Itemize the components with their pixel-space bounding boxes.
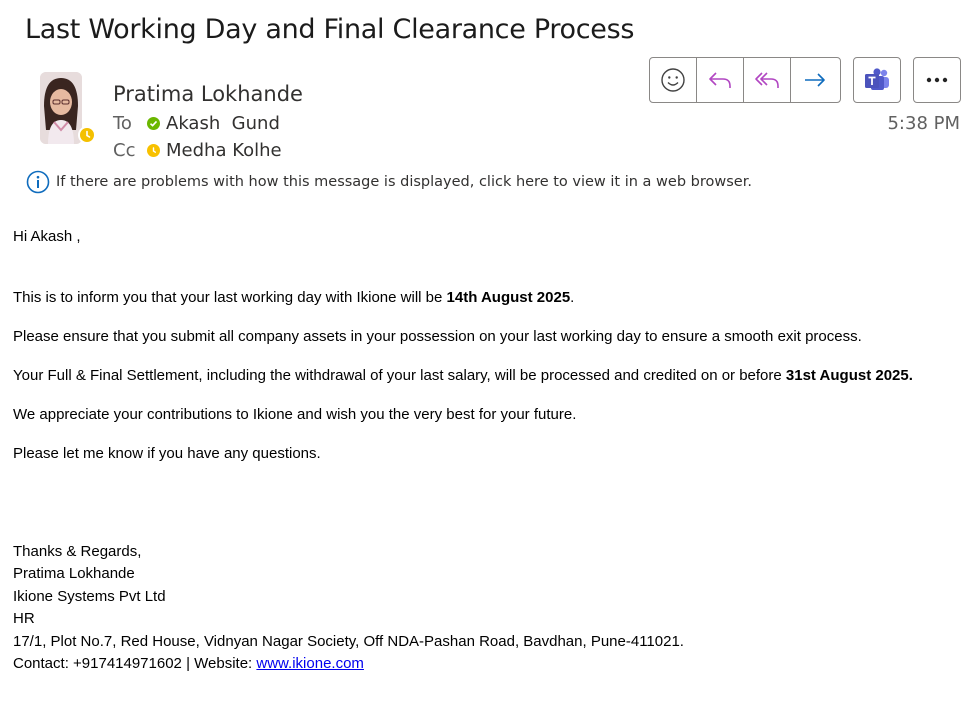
cc-recipient[interactable]: Medha Kolhe xyxy=(166,140,282,161)
to-row: To Akash Gund xyxy=(113,113,280,134)
to-recipient[interactable]: Akash Gund xyxy=(166,113,280,134)
email-subject: Last Working Day and Final Clearance Pro… xyxy=(25,14,635,45)
greeting: Hi Akash , xyxy=(13,228,81,245)
info-bar[interactable]: If there are problems with how this mess… xyxy=(26,170,752,194)
settlement-date: 31st August 2025. xyxy=(785,367,913,384)
smiley-icon xyxy=(661,68,685,92)
received-time: 5:38 PM xyxy=(887,113,960,134)
info-icon xyxy=(26,170,50,194)
body-paragraph-5: Please let me know if you have any quest… xyxy=(13,445,321,462)
body-paragraph-2: Please ensure that you submit all compan… xyxy=(13,328,862,345)
signature: Thanks & Regards, Pratima Lokhande Ikion… xyxy=(13,541,684,675)
sig-dept: HR xyxy=(13,610,35,628)
reply-button[interactable] xyxy=(697,58,744,102)
reply-all-icon xyxy=(755,72,779,88)
reply-icon xyxy=(709,72,731,88)
teams-chat-button[interactable] xyxy=(854,58,900,102)
avatar[interactable] xyxy=(40,72,82,144)
email-body: Hi Akash , This is to inform you that yo… xyxy=(13,226,961,465)
forward-icon xyxy=(804,73,825,87)
to-label: To xyxy=(113,113,132,134)
forward-button[interactable] xyxy=(791,58,838,102)
reaction-reply-toolbar xyxy=(649,57,841,103)
more-actions-button[interactable] xyxy=(914,58,960,102)
sig-company: Ikione Systems Pvt Ltd xyxy=(13,587,166,605)
sig-contact: Contact: +917414971602 | Website: www.ik… xyxy=(13,655,364,673)
body-paragraph-3: Your Full & Final Settlement, including … xyxy=(13,367,913,384)
body-paragraph-4: We appreciate your contributions to Ikio… xyxy=(13,406,577,423)
sig-address: 17/1, Plot No.7, Red House, Vidnyan Naga… xyxy=(13,632,684,650)
body-paragraph-1: This is to inform you that your last wor… xyxy=(13,289,575,306)
last-day-date: 14th August 2025 xyxy=(446,289,571,306)
more-toolbar xyxy=(913,57,961,103)
teams-icon xyxy=(865,68,889,90)
presence-away-icon xyxy=(78,126,96,144)
sig-closing: Thanks & Regards, xyxy=(13,543,142,560)
more-icon xyxy=(926,77,948,83)
teams-toolbar xyxy=(853,57,901,103)
info-text[interactable]: If there are problems with how this mess… xyxy=(56,174,752,190)
reply-all-button[interactable] xyxy=(744,58,791,102)
website-link[interactable]: www.ikione.com xyxy=(256,655,364,672)
sender-name[interactable]: Pratima Lokhande xyxy=(113,82,303,106)
cc-row: Cc Medha Kolhe xyxy=(113,140,282,161)
presence-away-icon xyxy=(147,144,160,157)
cc-label: Cc xyxy=(113,140,136,161)
sig-name: Pratima Lokhande xyxy=(13,565,135,583)
presence-available-icon xyxy=(147,117,160,130)
react-button[interactable] xyxy=(650,58,697,102)
